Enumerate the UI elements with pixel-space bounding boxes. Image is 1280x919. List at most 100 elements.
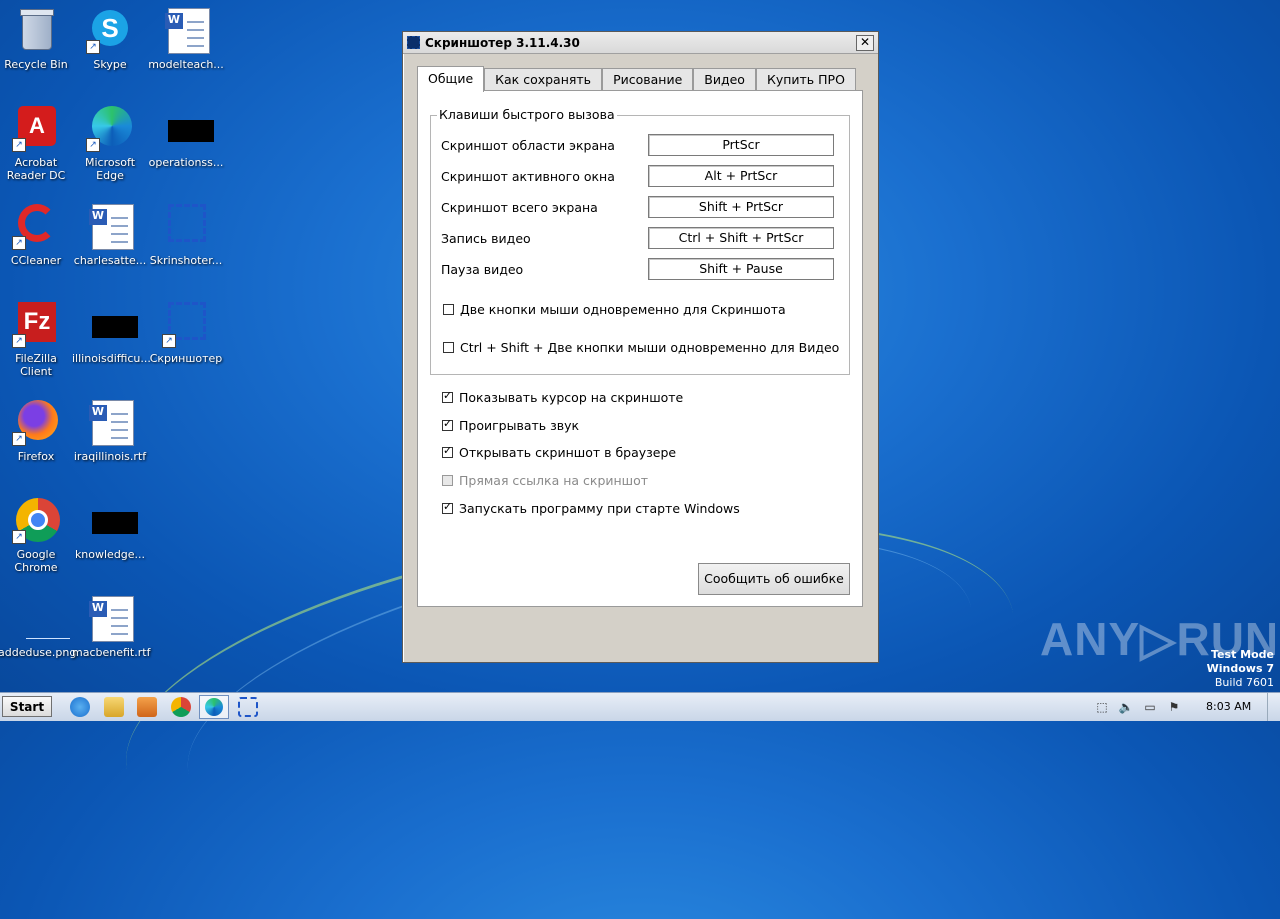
tab-drawing[interactable]: Рисование xyxy=(602,68,694,91)
hotkey-active-window-field[interactable]: Alt + PrtScr xyxy=(648,165,834,187)
desktop-icon-knowledge[interactable]: knowledge... xyxy=(72,496,148,561)
screenshot-tray-icon[interactable]: ⬚ xyxy=(1094,699,1110,715)
checkbox-label: Показывать курсор на скриншоте xyxy=(459,390,684,405)
desktop-icon-chrome[interactable]: ↗ Google Chrome xyxy=(0,496,74,574)
hotkey-record-video-field[interactable]: Ctrl + Shift + PrtScr xyxy=(648,227,834,249)
network-icon[interactable]: ▭ xyxy=(1142,699,1158,715)
action-center-flag-icon[interactable]: ⚑ xyxy=(1166,699,1182,715)
hotkey-pause-video-field[interactable]: Shift + Pause xyxy=(648,258,834,280)
file-icon xyxy=(86,300,138,348)
close-button[interactable]: ✕ xyxy=(856,34,874,51)
desktop-icon-iraqillinois[interactable]: W iraqillinois.rtf xyxy=(72,398,148,463)
desktop-icon-recycle-bin[interactable]: Recycle Bin xyxy=(0,6,74,71)
run-at-startup-checkbox[interactable]: Запускать программу при старте Windows xyxy=(442,500,740,516)
acrobat-icon: A ↗ xyxy=(12,104,60,152)
system-tray: ⬚ 🔈 ▭ ⚑ xyxy=(1094,697,1182,717)
desktop-icon-label: Firefox xyxy=(17,450,55,463)
show-desktop-button[interactable] xyxy=(1267,693,1280,721)
desktop-icon-label: iraqillinois.rtf xyxy=(73,450,147,463)
desktop-icon-modelteach[interactable]: W modelteach... xyxy=(148,6,224,71)
word-document-icon: W xyxy=(86,594,134,642)
play-sound-checkbox[interactable]: Проигрывать звук xyxy=(442,417,579,433)
open-in-browser-checkbox[interactable]: Открывать скриншот в браузере xyxy=(442,444,677,460)
desktop-icon-label: CCleaner xyxy=(10,254,62,267)
skrinshoter-settings-window: Скриншотер 3.11.4.30 ✕ Общие Как сохраня… xyxy=(402,31,879,663)
chrome-icon[interactable] xyxy=(171,697,191,717)
mouse-buttons-video-checkbox[interactable]: Ctrl + Shift + Две кнопки мыши одновреме… xyxy=(443,340,839,355)
file-icon xyxy=(86,496,138,544)
media-player-icon[interactable] xyxy=(137,697,157,717)
screenshot-tool-icon: ↗ xyxy=(162,300,210,348)
desktop-icon-label: modelteach... xyxy=(148,58,224,71)
desktop-icon-label: Google Chrome xyxy=(14,548,58,574)
clock[interactable]: 8:03 AM xyxy=(1206,700,1251,713)
checkbox-box[interactable] xyxy=(442,444,453,458)
filezilla-icon: Fz ↗ xyxy=(12,300,60,348)
skype-icon: S ↗ xyxy=(86,6,134,54)
report-error-button[interactable]: Сообщить об ошибке xyxy=(698,563,850,595)
checkbox-box[interactable] xyxy=(442,500,453,514)
hotkey-full-screen-field[interactable]: Shift + PrtScr xyxy=(648,196,834,218)
tab-buy-pro[interactable]: Купить ПРО xyxy=(755,68,856,91)
desktop-icon-label: Skype xyxy=(93,58,127,71)
edge-icon: ↗ xyxy=(86,104,134,152)
desktop-icon-macbenefit[interactable]: W macbenefit.rtf xyxy=(72,594,151,659)
edge-icon xyxy=(205,698,223,716)
desktop-icon-label: charlesatte... xyxy=(73,254,147,267)
ccleaner-icon: ↗ xyxy=(12,202,60,250)
checkbox-box[interactable] xyxy=(443,304,454,315)
internet-explorer-icon[interactable] xyxy=(70,697,90,717)
checkbox-box[interactable] xyxy=(442,389,453,403)
checkbox-label: Две кнопки мыши одновременно для Скриншо… xyxy=(460,302,786,317)
start-button[interactable]: Start xyxy=(2,696,52,717)
hotkey-row: Скриншот всего экрана Shift + PrtScr xyxy=(441,196,841,218)
test-mode-notice: Test Mode Windows 7 Build 7601 xyxy=(1207,648,1274,690)
mouse-buttons-screenshot-checkbox[interactable]: Две кнопки мыши одновременно для Скриншо… xyxy=(443,302,786,317)
checkbox-label: Открывать скриншот в браузере xyxy=(459,445,677,460)
hotkey-row: Скриншот активного окна Alt + PrtScr xyxy=(441,165,841,187)
file-explorer-icon[interactable] xyxy=(104,697,124,717)
desktop-icon-label: Скриншотер xyxy=(149,352,223,365)
tab-bar: Общие Как сохранять Рисование Видео Купи… xyxy=(417,66,856,92)
taskbar: Start ⬚ 🔈 ▭ ⚑ 8:03 AM xyxy=(0,692,1280,721)
desktop-icon-ccleaner[interactable]: ↗ CCleaner xyxy=(0,202,74,267)
hotkey-row: Запись видео Ctrl + Shift + PrtScr xyxy=(441,227,841,249)
volume-icon[interactable]: 🔈 xyxy=(1118,699,1134,715)
tab-video[interactable]: Видео xyxy=(693,68,756,91)
hotkey-row: Пауза видео Shift + Pause xyxy=(441,258,841,280)
desktop-icon-skype[interactable]: S ↗ Skype xyxy=(72,6,148,71)
test-mode-label: Test Mode xyxy=(1211,648,1274,661)
hotkey-label: Запись видео xyxy=(441,231,531,246)
word-document-icon: W xyxy=(86,202,134,250)
desktop-icon-charlesatte[interactable]: W charlesatte... xyxy=(72,202,148,267)
show-cursor-checkbox[interactable]: Показывать курсор на скриншоте xyxy=(442,389,684,405)
tab-general[interactable]: Общие xyxy=(417,66,485,92)
word-document-icon: W xyxy=(162,6,210,54)
desktop-icon-firefox[interactable]: ↗ Firefox xyxy=(0,398,74,463)
desktop-icon-acrobat[interactable]: A ↗ Acrobat Reader DC xyxy=(0,104,74,182)
window-titlebar[interactable]: Скриншотер 3.11.4.30 ✕ xyxy=(403,32,878,54)
desktop-icon-label: Skrinshoter... xyxy=(149,254,223,267)
hotkey-label: Скриншот активного окна xyxy=(441,169,615,184)
desktop-icon-label: Recycle Bin xyxy=(4,58,68,71)
screenshot-tool-icon[interactable] xyxy=(238,697,258,717)
desktop-icon-edge[interactable]: ↗ Microsoft Edge xyxy=(72,104,148,182)
hotkeys-group: Клавиши быстрого вызова Скриншот области… xyxy=(430,107,850,375)
desktop-icon-operationss[interactable]: operationss... xyxy=(148,104,224,169)
desktop-icon-skrinshoter-installer[interactable]: Skrinshoter... xyxy=(148,202,224,267)
desktop-icon-label: addeduse.png xyxy=(0,646,77,659)
checkbox-box[interactable] xyxy=(442,417,453,431)
hotkey-row: Скриншот области экрана PrtScr xyxy=(441,134,841,156)
desktop-icon-addeduse[interactable]: addeduse.png xyxy=(0,594,77,659)
hotkey-area-field[interactable]: PrtScr xyxy=(648,134,834,156)
desktop-icon-skrinshoter[interactable]: ↗ Скриншотер xyxy=(148,300,224,365)
checkbox-box[interactable] xyxy=(443,342,454,353)
desktop-icon-filezilla[interactable]: Fz ↗ FileZilla Client xyxy=(0,300,74,378)
desktop-icon-label: Microsoft Edge xyxy=(84,156,136,182)
taskbar-active-edge[interactable] xyxy=(199,695,229,719)
desktop-icon-illinoisdifficu[interactable]: illinoisdifficu... xyxy=(72,300,151,365)
desktop-icon-label: illinoisdifficu... xyxy=(72,352,151,365)
file-icon xyxy=(162,104,214,152)
tab-save-options[interactable]: Как сохранять xyxy=(484,68,603,91)
desktop-icon-label: macbenefit.rtf xyxy=(72,646,151,659)
